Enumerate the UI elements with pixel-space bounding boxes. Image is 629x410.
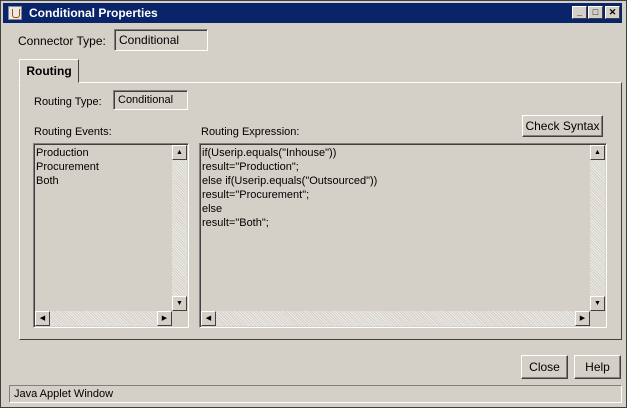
expression-line: else if(Userip.equals("Outsourced")) <box>202 175 378 187</box>
expression-line: result="Procurement"; <box>202 189 310 201</box>
scroll-corner <box>172 311 187 326</box>
scroll-up-icon[interactable]: ▲ <box>590 145 605 160</box>
title-bar[interactable]: Conditional Properties _ □ ✕ <box>3 3 622 23</box>
check-syntax-button[interactable]: Check Syntax <box>522 115 603 137</box>
window-title: Conditional Properties <box>29 6 158 20</box>
scroll-right-icon[interactable]: ▶ <box>575 311 590 326</box>
minimize-icon: _ <box>576 7 582 17</box>
scroll-up-icon[interactable]: ▲ <box>172 145 187 160</box>
maximize-button[interactable]: □ <box>588 6 603 19</box>
close-icon: ✕ <box>608 7 617 17</box>
routing-type-field[interactable]: Conditional <box>113 90 188 110</box>
expression-line: else <box>202 203 223 215</box>
list-item[interactable]: Both <box>36 174 99 188</box>
scroll-left-icon[interactable]: ◀ <box>201 311 216 326</box>
routing-expression-editor[interactable]: if(Userip.equals("Inhouse")) result="Pro… <box>199 143 607 328</box>
routing-events-label: Routing Events: <box>34 126 112 138</box>
events-horizontal-scrollbar[interactable]: ◀ ▶ <box>35 311 172 326</box>
dialog-window: Conditional Properties _ □ ✕ Connector T… <box>0 0 627 408</box>
expression-vertical-scrollbar[interactable]: ▲ ▼ <box>590 145 605 311</box>
connector-type-field[interactable]: Conditional <box>114 29 208 51</box>
connector-type-label: Connector Type: <box>18 34 106 48</box>
routing-type-label: Routing Type: <box>34 96 102 108</box>
tab-routing[interactable]: Routing <box>19 59 79 83</box>
close-window-button[interactable]: ✕ <box>605 6 620 19</box>
list-item[interactable]: Procurement <box>36 160 99 174</box>
routing-events-items: Production Procurement Both <box>36 146 99 188</box>
scroll-right-icon[interactable]: ▶ <box>157 311 172 326</box>
expression-line: result="Production"; <box>202 161 299 173</box>
scroll-down-icon[interactable]: ▼ <box>590 296 605 311</box>
expression-horizontal-scrollbar[interactable]: ◀ ▶ <box>201 311 590 326</box>
expression-lines: if(Userip.equals("Inhouse")) result="Pro… <box>202 146 377 230</box>
help-button[interactable]: Help <box>574 355 621 379</box>
java-cup-icon <box>8 6 22 20</box>
status-bar: Java Applet Window <box>9 385 622 403</box>
scroll-down-icon[interactable]: ▼ <box>172 296 187 311</box>
scroll-left-icon[interactable]: ◀ <box>35 311 50 326</box>
minimize-button[interactable]: _ <box>572 6 587 19</box>
scroll-corner <box>590 311 605 326</box>
list-item[interactable]: Production <box>36 146 99 160</box>
expression-line: if(Userip.equals("Inhouse")) <box>202 147 337 159</box>
maximize-icon: □ <box>592 7 599 17</box>
routing-expression-label: Routing Expression: <box>201 126 300 138</box>
expression-line: result="Both"; <box>202 217 269 229</box>
routing-events-list[interactable]: Production Procurement Both ▲ ▼ ◀ ▶ <box>33 143 189 328</box>
close-button[interactable]: Close <box>521 355 568 379</box>
events-vertical-scrollbar[interactable]: ▲ ▼ <box>172 145 187 311</box>
